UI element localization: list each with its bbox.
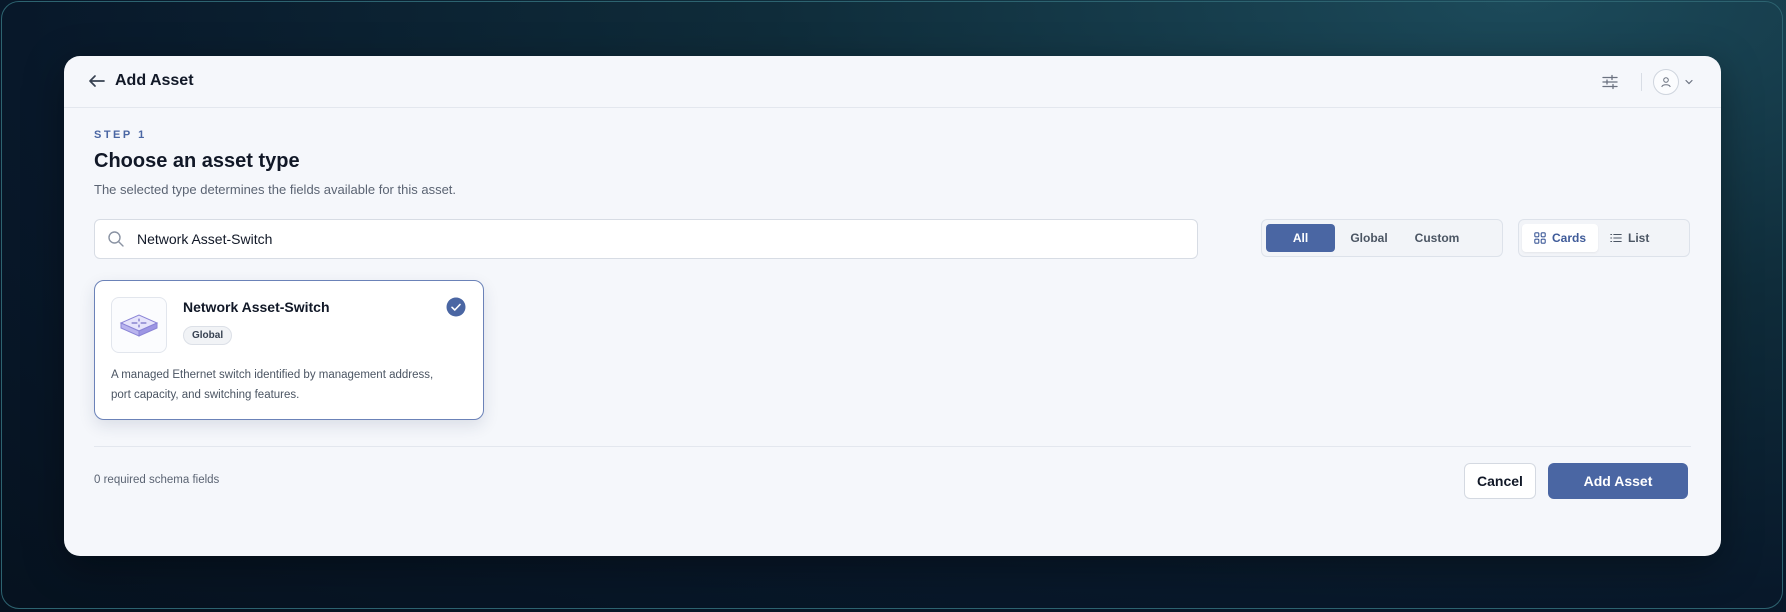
grid-icon (1534, 232, 1546, 244)
avatar[interactable] (1653, 69, 1679, 95)
view-list-button[interactable]: List (1598, 224, 1661, 252)
asset-type-description: A managed Ethernet switch identified by … (111, 369, 434, 401)
required-fields-count: 0 required schema fields (94, 474, 220, 486)
network-switch-icon (119, 314, 159, 337)
filter-custom-button[interactable]: Custom (1403, 224, 1471, 252)
filter-global-button[interactable]: Global (1335, 224, 1403, 252)
asset-type-card[interactable]: Network Asset-Switch Global A managed Et… (94, 280, 484, 420)
view-list-label: List (1628, 231, 1650, 245)
page-title: Choose an asset type (94, 150, 300, 172)
asset-thumbnail (111, 297, 167, 353)
header-divider (1641, 73, 1642, 91)
sliders-icon[interactable] (1601, 73, 1619, 91)
add-asset-dialog: Add Asset STEP 1 Choose an asset type Th… (64, 56, 1721, 556)
check-circle-icon (446, 297, 466, 317)
view-cards-label: Cards (1552, 231, 1587, 245)
chevron-down-icon[interactable] (1684, 77, 1694, 87)
step-label: STEP 1 (94, 129, 147, 141)
page-subtitle: The selected type determines the fields … (94, 182, 457, 197)
search-icon (108, 231, 124, 247)
user-icon (1661, 77, 1671, 88)
search-input[interactable] (135, 219, 1197, 259)
search-box[interactable] (94, 219, 1198, 259)
dialog-header: Add Asset (64, 56, 1721, 108)
user-menu[interactable] (1653, 69, 1694, 95)
arrow-left-icon[interactable] (86, 70, 108, 92)
add-asset-button[interactable]: Add Asset (1548, 463, 1688, 499)
footer-divider (94, 446, 1691, 447)
dialog-title: Add Asset (115, 72, 194, 89)
cancel-button[interactable]: Cancel (1464, 463, 1536, 499)
asset-type-name: Network Asset-Switch (183, 299, 330, 315)
view-toggle: Cards List (1518, 219, 1690, 257)
type-filter: All Global Custom (1261, 219, 1503, 257)
filter-all-button[interactable]: All (1266, 224, 1335, 252)
list-icon (1610, 233, 1622, 243)
view-cards-button[interactable]: Cards (1522, 224, 1599, 252)
scope-badge: Global (183, 326, 233, 345)
